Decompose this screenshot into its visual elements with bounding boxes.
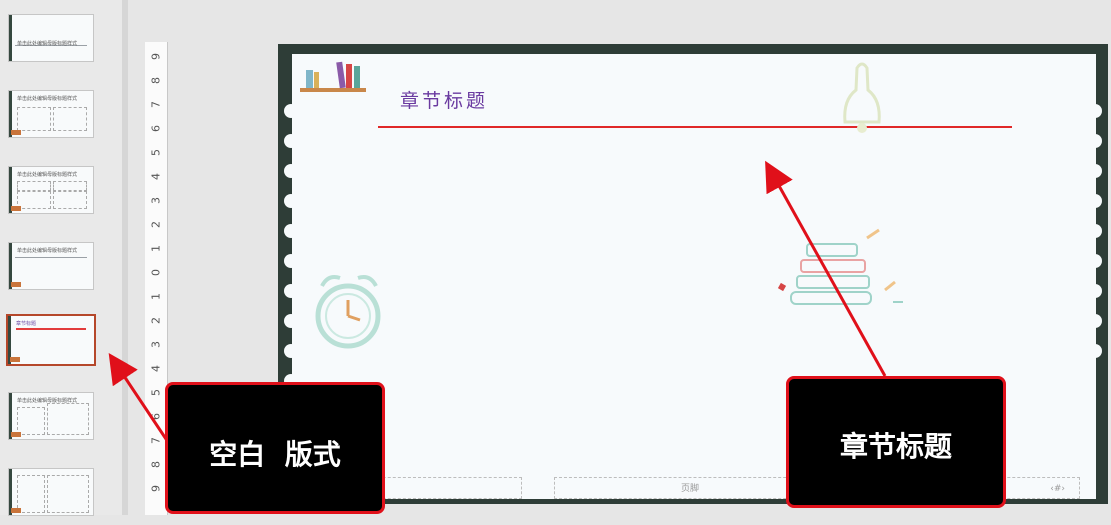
layout-callout: 空白 版式 [165,382,385,514]
arrow-to-thumbnail [108,353,170,443]
arrow-to-slide-title [765,160,887,377]
section-title-callout: 章节标题 [786,376,1006,508]
